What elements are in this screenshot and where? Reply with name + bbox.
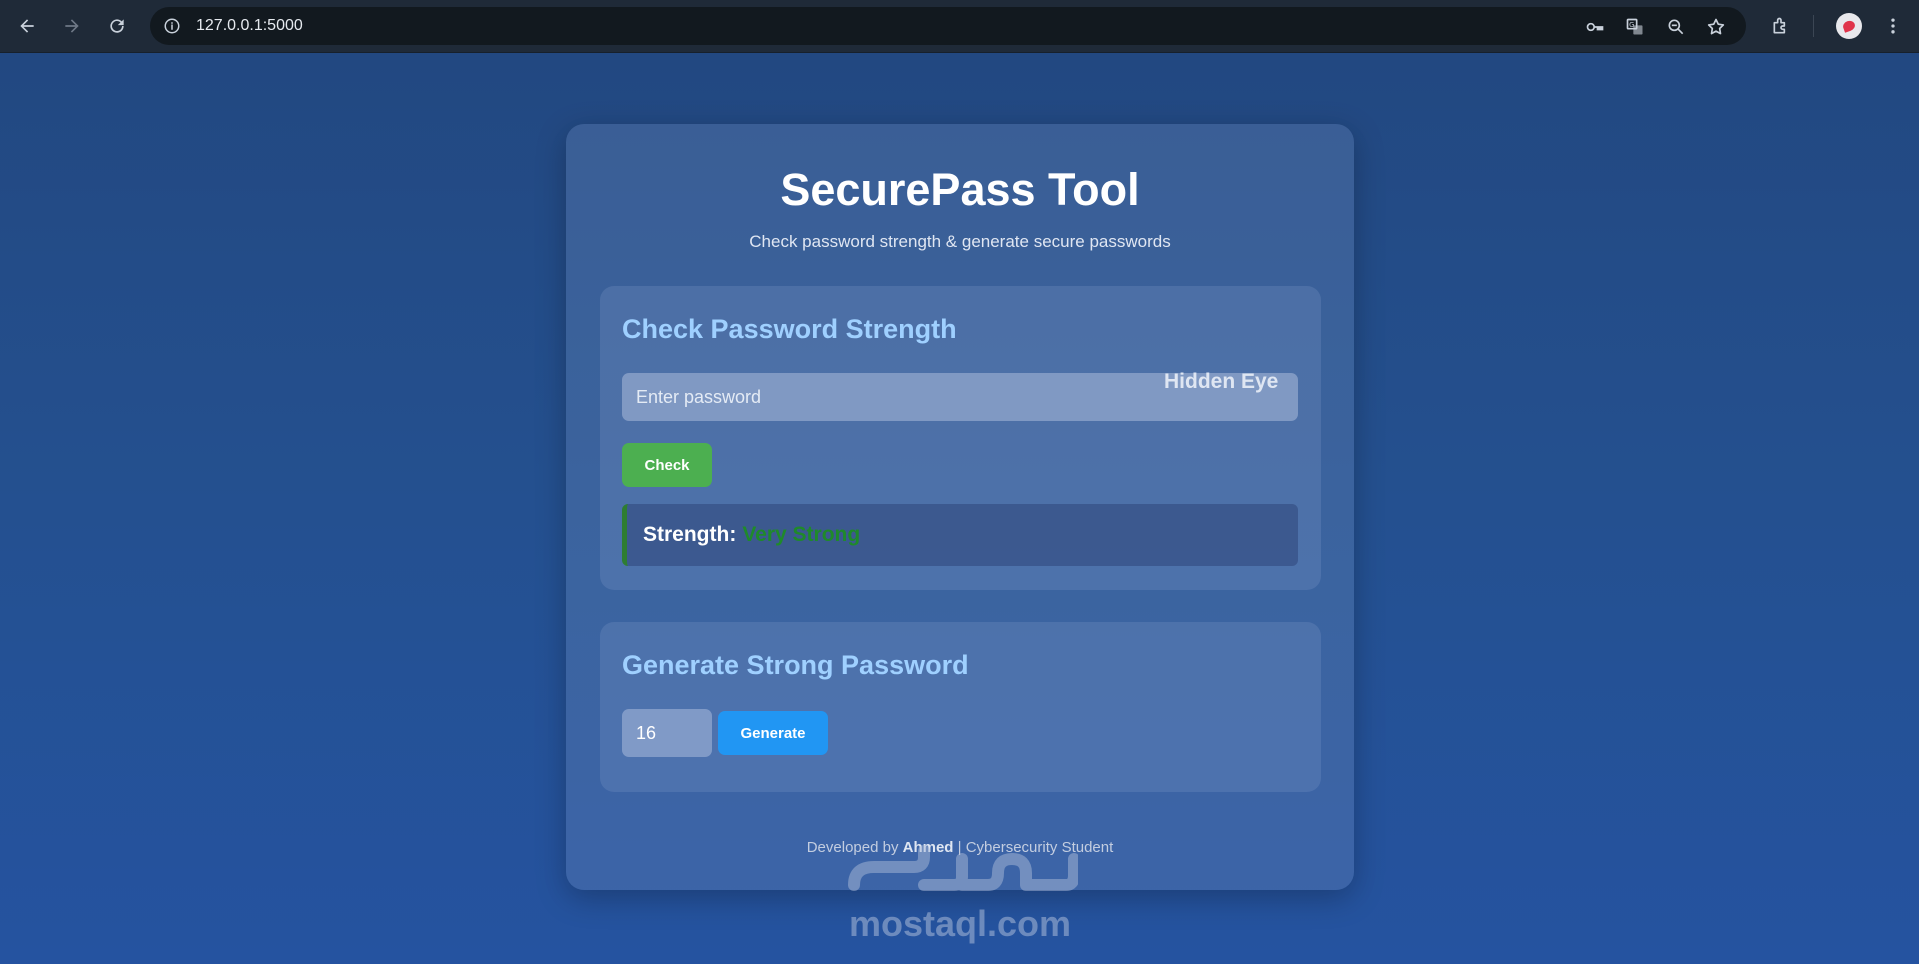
browser-toolbar: 127.0.0.1:5000 G [0,0,1919,53]
address-bar[interactable]: 127.0.0.1:5000 G [150,7,1746,45]
toolbar-divider [1813,15,1814,37]
generate-password-panel: Generate Strong Password Generate [600,622,1321,792]
strength-value: Very Strong [742,523,861,546]
check-strength-panel: Check Password Strength Hidden Eye Check… [600,286,1321,590]
length-input[interactable] [622,709,712,757]
reload-button[interactable] [102,11,132,41]
watermark-text: mostaql.com [848,903,1072,944]
password-key-icon[interactable] [1582,14,1608,40]
bookmark-star-icon[interactable] [1703,14,1729,40]
back-button[interactable] [12,11,42,41]
check-button[interactable]: Check [622,443,712,487]
reload-icon [110,19,124,33]
profile-avatar[interactable] [1836,13,1862,39]
page-subtitle: Check password strength & generate secur… [749,232,1171,251]
site-info-icon[interactable] [160,14,184,38]
main-card: SecurePass Tool Check password strength … [566,124,1354,890]
watermark-logo [848,845,1078,891]
strength-label: Strength: [643,523,737,546]
translate-icon[interactable]: G [1622,14,1648,40]
check-section-title: Check Password Strength [622,314,957,344]
generate-section-title: Generate Strong Password [622,650,969,680]
arrow-right-icon [65,19,79,33]
strength-result: Strength: Very Strong [622,504,1298,566]
zoom-icon[interactable] [1663,14,1689,40]
menu-kebab-icon[interactable] [1879,12,1907,40]
toggle-visibility-eye[interactable]: Hidden Eye [1164,370,1278,394]
forward-button[interactable] [57,11,87,41]
arrow-left-icon [20,19,34,33]
page-title: SecurePass Tool [780,164,1140,215]
svg-text:G: G [1629,21,1634,29]
extensions-icon[interactable] [1767,12,1795,40]
generate-button[interactable]: Generate [718,711,828,755]
url-text: 127.0.0.1:5000 [196,17,303,34]
